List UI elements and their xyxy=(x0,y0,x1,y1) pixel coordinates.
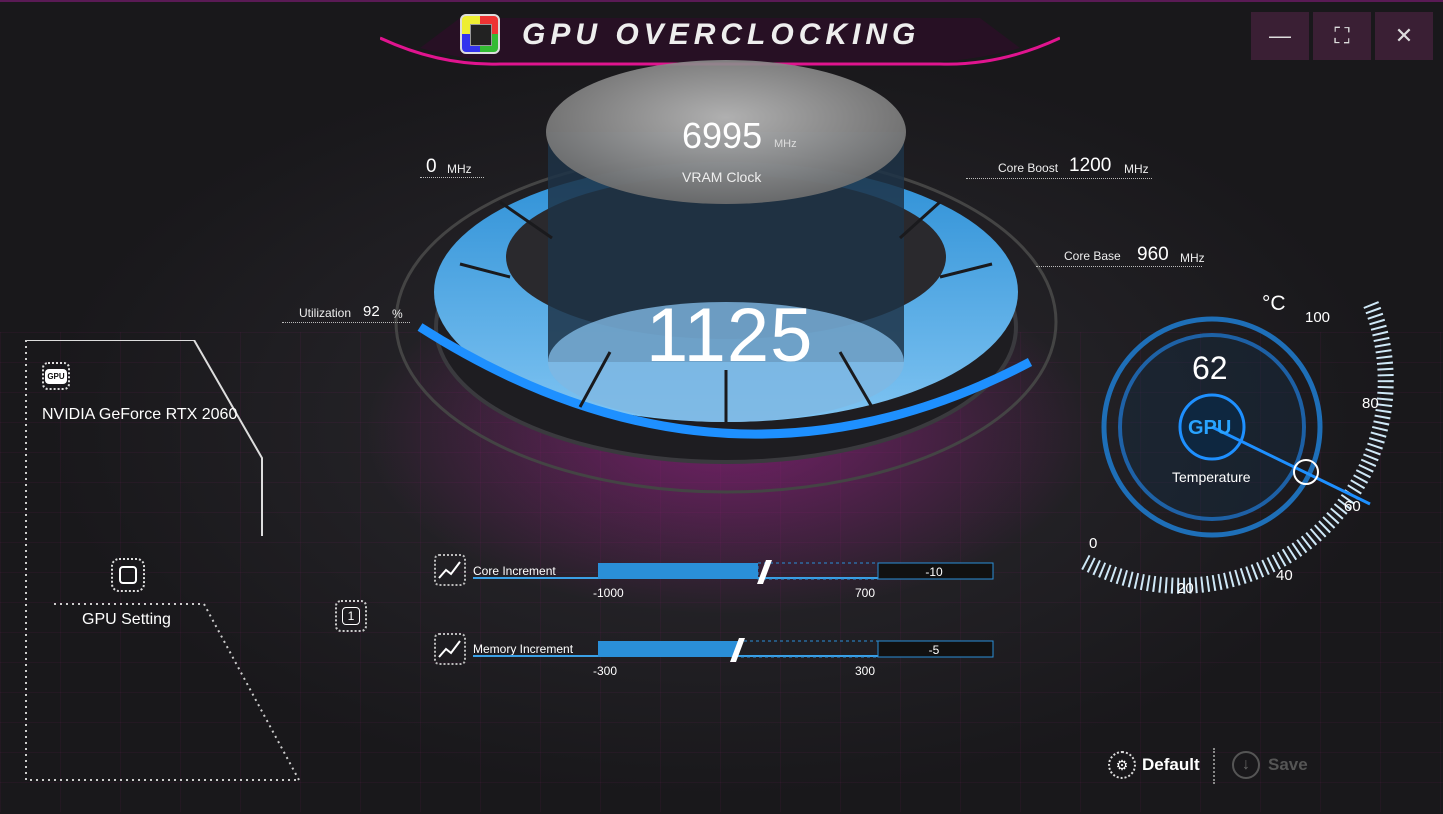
vram-clock-label: VRAM Clock xyxy=(682,169,762,185)
download-icon: ↓ xyxy=(1232,751,1260,779)
utilization-callout-line xyxy=(282,322,410,323)
gpu-chip-logo-icon xyxy=(460,14,500,54)
memory-increment-icon xyxy=(434,633,466,665)
gpu-chip-icon: GPU xyxy=(42,362,70,390)
offset-unit: MHz xyxy=(447,162,472,176)
core-base-label: Core Base xyxy=(1064,249,1121,263)
temperature-label: Temperature xyxy=(1172,469,1251,485)
core-increment-value[interactable]: -10 xyxy=(904,565,964,579)
gauge-tick-100: 100 xyxy=(1305,309,1331,326)
gpu-setting-icon[interactable] xyxy=(111,558,145,592)
core-base-callout-line xyxy=(1036,266,1202,267)
core-increment-min: -1000 xyxy=(593,586,624,600)
profile-1-button[interactable]: 1 xyxy=(335,600,367,632)
close-icon: ✕ xyxy=(1394,23,1414,48)
memory-increment-max: 300 xyxy=(855,664,876,678)
offset-value: 0 xyxy=(426,156,437,177)
gauge-tick-40: 40 xyxy=(1276,567,1293,584)
gauge-tick-0: 0 xyxy=(1089,535,1098,552)
minimize-icon: — xyxy=(1269,23,1291,48)
app-title: GPU OVERCLOCKING xyxy=(522,18,921,51)
utilization-unit: % xyxy=(392,307,403,321)
save-button[interactable]: ↓ Save xyxy=(1232,751,1308,779)
core-base-unit: MHz xyxy=(1180,251,1205,265)
app-window: GPU OVERCLOCKING — ⛶ ✕ 6995 MHz VRAM Clo… xyxy=(0,0,1443,814)
core-boost-value: 1200 xyxy=(1069,155,1112,176)
vram-clock-value: 6995 xyxy=(682,115,763,156)
footer-separator xyxy=(1213,748,1215,784)
gpu-setting-button[interactable]: GPU Setting xyxy=(82,611,171,629)
core-increment-max: 700 xyxy=(855,586,876,600)
maximize-button[interactable]: ⛶ xyxy=(1313,12,1371,60)
core-increment-icon xyxy=(434,554,466,586)
core-boost-callout-line xyxy=(966,178,1152,179)
gauge-tick-60: 60 xyxy=(1344,498,1361,515)
utilization-value: 92 xyxy=(363,303,380,320)
core-clock-value: 1125 xyxy=(646,293,814,378)
gauge-tick-80: 80 xyxy=(1362,395,1379,412)
core-boost-unit: MHz xyxy=(1124,162,1149,176)
gauge-tick-20: 20 xyxy=(1177,580,1194,597)
gpu-model-name: NVIDIA GeForce RTX 2060 xyxy=(42,406,238,423)
core-base-value: 960 xyxy=(1137,244,1169,265)
vram-clock-unit: MHz xyxy=(774,138,797,150)
maximize-icon: ⛶ xyxy=(1334,23,1350,48)
default-button[interactable]: ⚙ Default xyxy=(1108,751,1200,779)
minimize-button[interactable]: — xyxy=(1251,12,1309,60)
memory-increment-value[interactable]: -5 xyxy=(904,643,964,657)
temperature-gauge xyxy=(1081,298,1394,594)
temperature-gpu-text: GPU xyxy=(1188,417,1232,439)
close-button[interactable]: ✕ xyxy=(1375,12,1433,60)
temperature-value: 62 xyxy=(1192,350,1228,386)
core-boost-label: Core Boost xyxy=(998,161,1059,175)
temperature-unit: °C xyxy=(1262,292,1286,315)
offset-callout-line xyxy=(420,177,484,178)
reset-icon: ⚙ xyxy=(1108,751,1136,779)
utilization-label: Utilization xyxy=(299,306,352,320)
memory-increment-min: -300 xyxy=(593,664,618,678)
